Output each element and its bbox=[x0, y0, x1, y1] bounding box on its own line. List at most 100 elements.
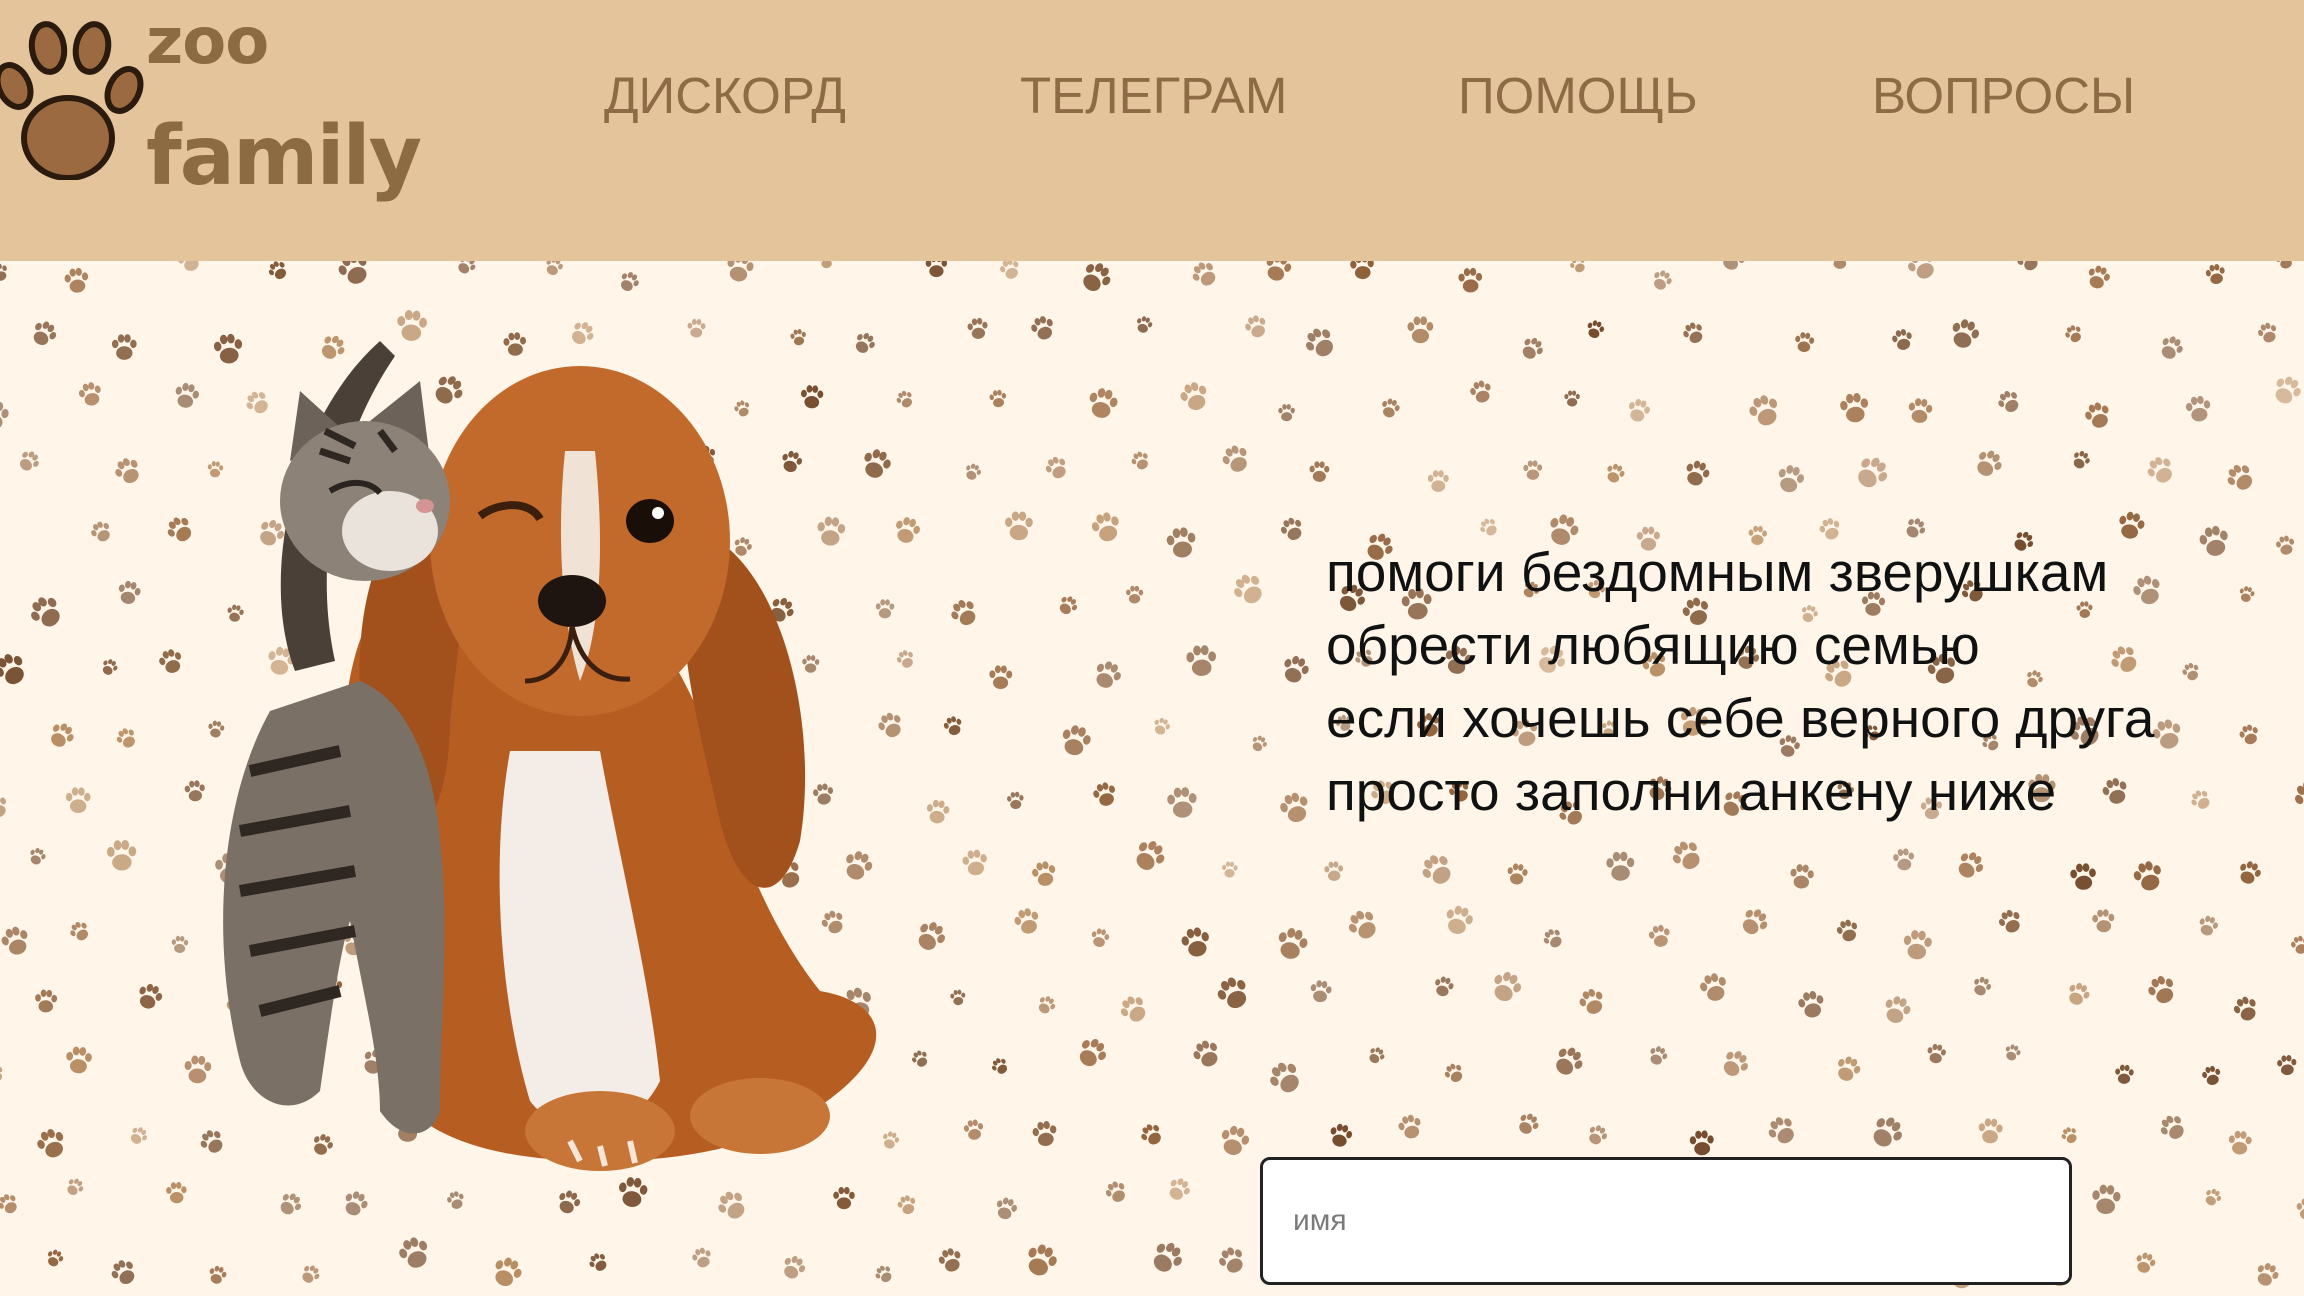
paw-print bbox=[1083, 263, 1111, 292]
paw-print bbox=[2227, 464, 2253, 490]
paw-print bbox=[1169, 1178, 1190, 1200]
paw-print bbox=[1589, 1125, 1607, 1145]
paw-print bbox=[2185, 395, 2211, 422]
paw-print bbox=[1181, 927, 1209, 957]
paw-print bbox=[2240, 861, 2261, 884]
paw-print bbox=[1444, 1063, 1463, 1083]
paw-print bbox=[2199, 915, 2218, 936]
paw-print bbox=[118, 580, 141, 604]
paw-print bbox=[130, 1127, 148, 1144]
paw-print bbox=[1470, 380, 1491, 403]
paw-print bbox=[692, 1247, 711, 1268]
paw-print bbox=[1833, 261, 1847, 269]
paw-print bbox=[1278, 927, 1308, 959]
paw-print bbox=[2296, 1198, 2304, 1220]
paw-print bbox=[1749, 395, 1778, 426]
hero-tagline: помоги бездомным зверушкам обрести любящ… bbox=[1326, 536, 2226, 828]
paw-print bbox=[47, 1249, 64, 1267]
paw-print bbox=[0, 1066, 3, 1082]
paw-print bbox=[966, 463, 981, 480]
name-input[interactable] bbox=[1260, 1157, 2072, 1285]
paw-print bbox=[30, 847, 46, 865]
paw-print bbox=[2294, 781, 2304, 805]
paw-print bbox=[1778, 465, 1804, 493]
paw-print bbox=[106, 840, 137, 871]
paw-print bbox=[1348, 910, 1376, 939]
paw-print bbox=[963, 1119, 984, 1140]
paw-print bbox=[1091, 928, 1110, 947]
paw-print bbox=[1330, 1123, 1353, 1147]
paw-print bbox=[399, 1237, 428, 1268]
paw-print bbox=[1153, 1242, 1182, 1272]
paw-print bbox=[1723, 1051, 1748, 1076]
paw-print bbox=[2115, 1064, 2134, 1084]
paw-print bbox=[1908, 398, 1933, 423]
paw-print bbox=[1422, 855, 1451, 884]
paw-print bbox=[1522, 337, 1543, 359]
paw-print bbox=[1062, 725, 1091, 756]
paw-print bbox=[1998, 390, 2019, 412]
paw-print bbox=[1407, 316, 1434, 344]
nav-link-help[interactable]: ПОМОЩЬ bbox=[1458, 70, 1698, 121]
paw-print bbox=[1154, 717, 1170, 735]
paw-print bbox=[1650, 1046, 1668, 1065]
paw-print bbox=[925, 261, 948, 278]
paw-print bbox=[51, 723, 74, 747]
paw-print bbox=[1700, 973, 1726, 1001]
paw-print bbox=[1217, 977, 1247, 1009]
paw-print bbox=[1543, 929, 1562, 948]
paw-print bbox=[111, 1260, 135, 1284]
paw-print bbox=[989, 389, 1007, 408]
paw-print bbox=[1836, 919, 1858, 942]
paw-print bbox=[1193, 1040, 1218, 1067]
paw-print bbox=[2069, 982, 2090, 1005]
paw-print bbox=[1686, 460, 1710, 486]
paw-print bbox=[1978, 1118, 2003, 1144]
paw-print bbox=[1280, 517, 1302, 541]
tagline-line: обрести любящию семью bbox=[1326, 614, 1980, 676]
paw-print bbox=[1523, 460, 1543, 480]
paw-print bbox=[1507, 863, 1528, 885]
paw-print bbox=[1045, 456, 1066, 479]
paw-print bbox=[1795, 332, 1815, 353]
paw-print bbox=[2205, 264, 2225, 285]
paw-print bbox=[1446, 905, 1473, 934]
paw-print bbox=[2147, 457, 2172, 483]
paw-print bbox=[2161, 336, 2183, 359]
paw-print bbox=[2092, 909, 2115, 933]
paw-print bbox=[1998, 909, 2020, 933]
paw-print bbox=[1000, 261, 1019, 279]
logo-text-family: family bbox=[146, 109, 422, 204]
paw-print bbox=[1126, 585, 1144, 604]
nav-link-discord[interactable]: ДИСКОРД bbox=[604, 70, 846, 121]
logo[interactable]: zoo family bbox=[0, 0, 422, 220]
paw-print bbox=[1398, 1114, 1421, 1139]
paw-print bbox=[2073, 450, 2090, 469]
paw-print bbox=[1, 926, 28, 955]
paw-print bbox=[1093, 782, 1115, 806]
paw-print bbox=[495, 1257, 522, 1287]
paw-print bbox=[1252, 735, 1267, 752]
paw-print bbox=[1427, 470, 1449, 492]
paw-print bbox=[1131, 451, 1148, 470]
paw-print bbox=[1059, 596, 1078, 615]
paw-print bbox=[67, 1178, 84, 1196]
paw-print bbox=[177, 261, 199, 271]
nav-link-telegram[interactable]: ТЕЛЕГРАМ bbox=[1020, 70, 1287, 121]
paw-print bbox=[1234, 574, 1262, 604]
paw-print bbox=[70, 921, 89, 941]
paw-print bbox=[338, 261, 367, 284]
paw-print bbox=[1032, 1121, 1057, 1147]
paw-print bbox=[1838, 1056, 1861, 1081]
nav-link-questions[interactable]: ВОПРОСЫ bbox=[1872, 70, 2135, 121]
paw-print bbox=[1648, 924, 1670, 947]
paw-print bbox=[33, 321, 57, 346]
paw-print bbox=[91, 521, 110, 542]
paw-print bbox=[784, 1255, 806, 1279]
paw-print bbox=[0, 263, 7, 281]
paw-print bbox=[1136, 841, 1165, 870]
paw-print bbox=[2092, 1184, 2121, 1215]
paw-print bbox=[1768, 1117, 1794, 1144]
paw-print bbox=[1186, 645, 1217, 676]
paw-print bbox=[1305, 328, 1333, 357]
